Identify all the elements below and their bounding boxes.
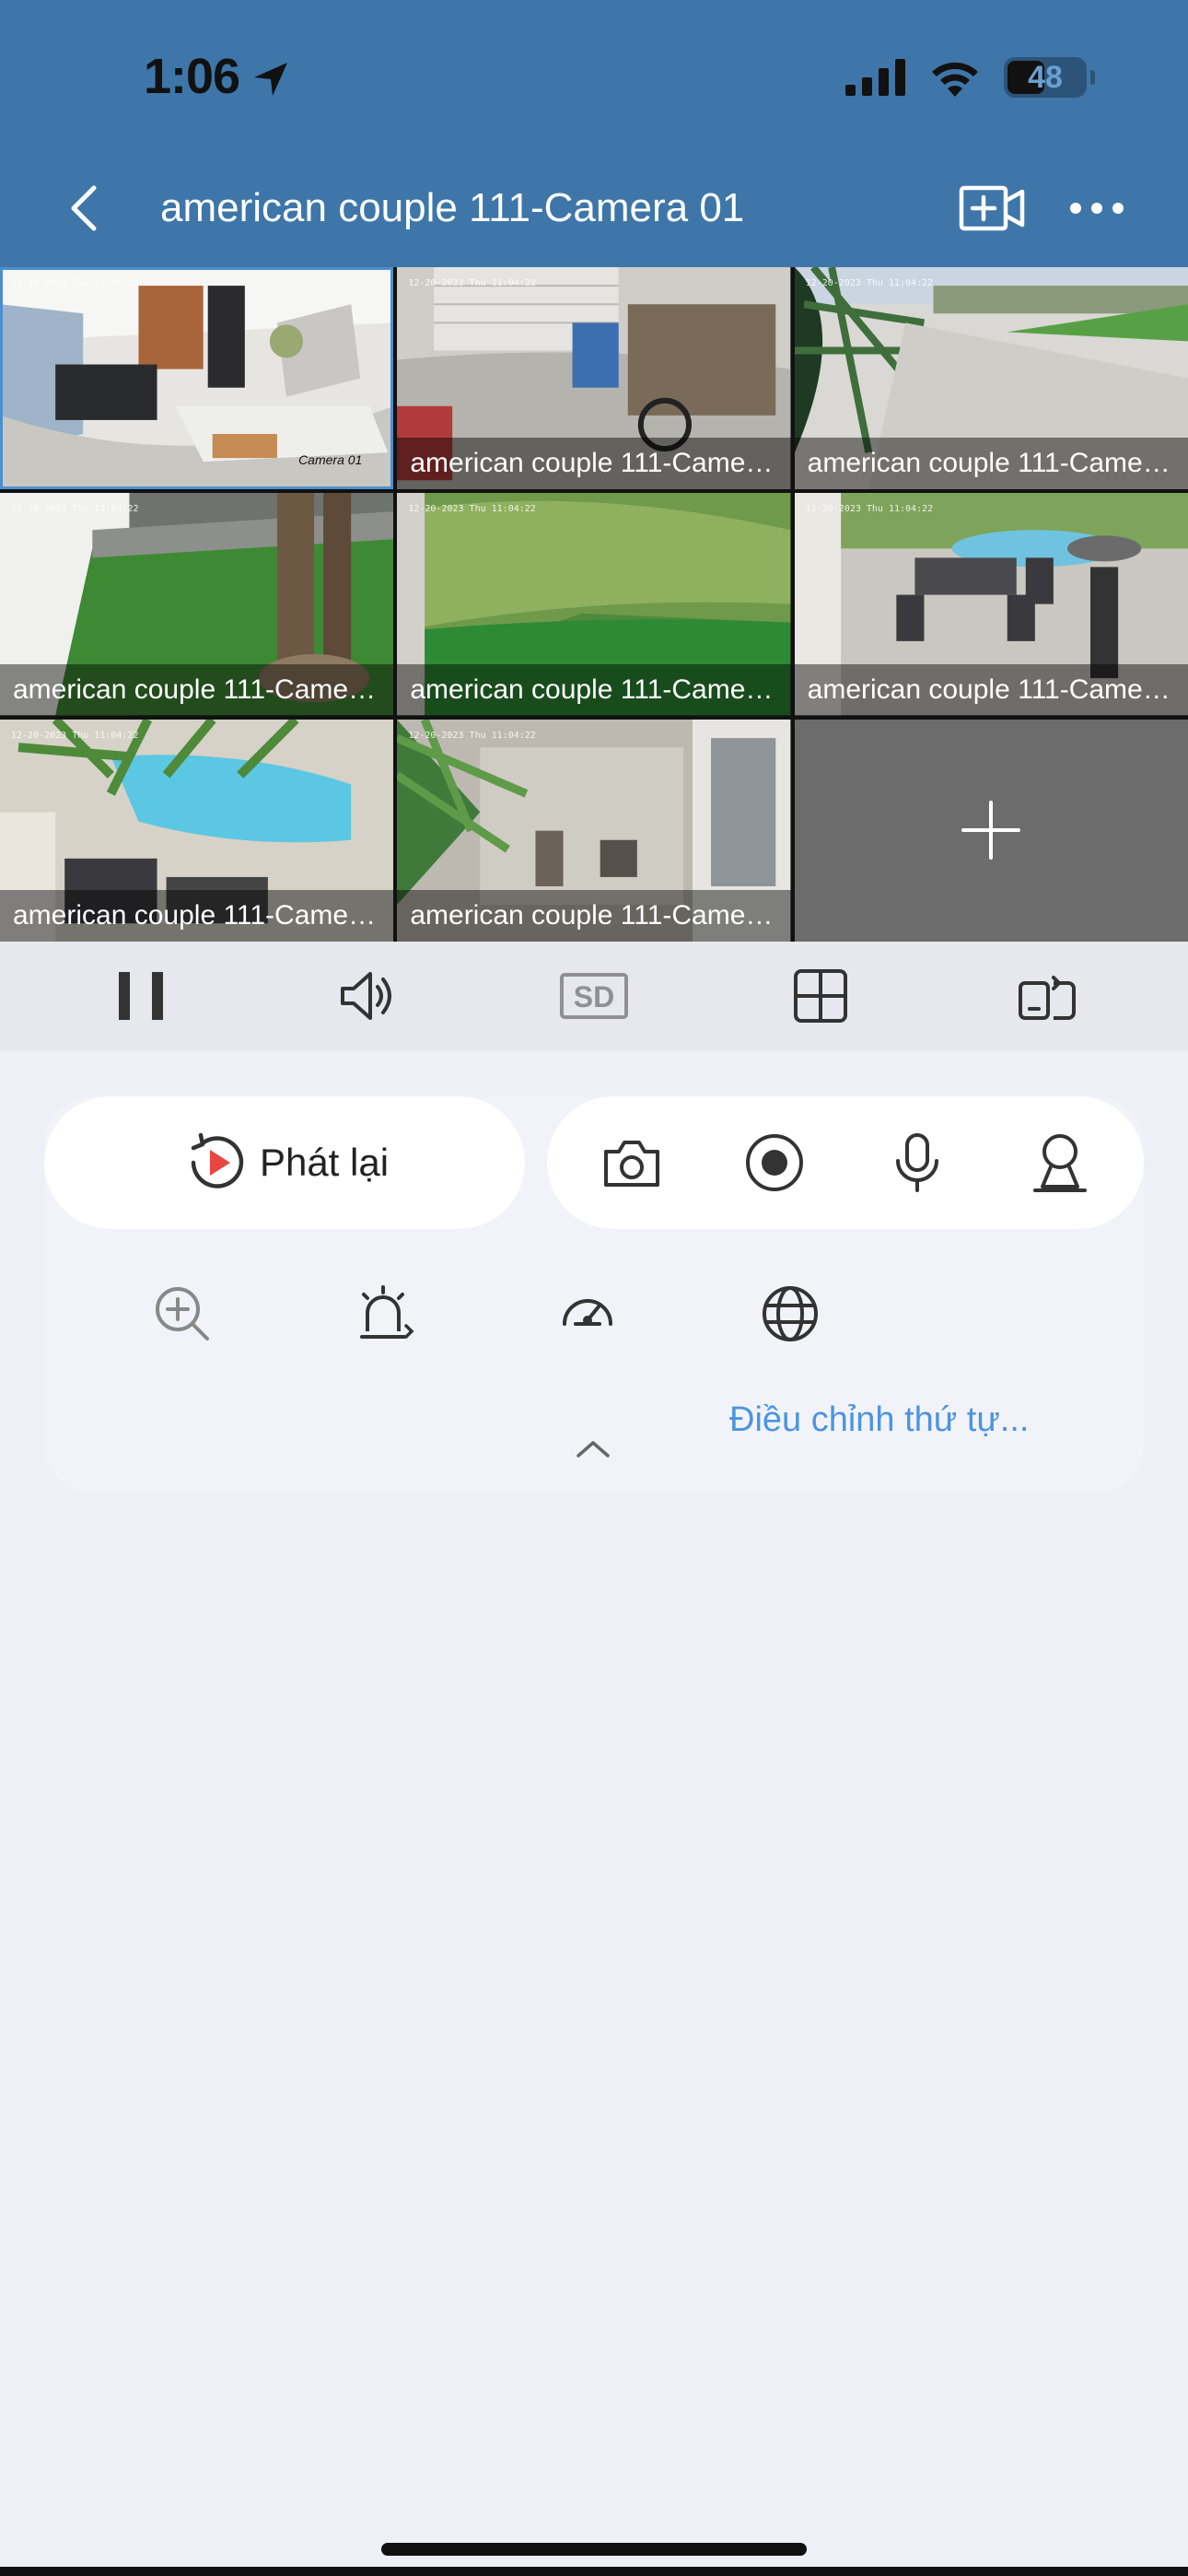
sd-label: SD (574, 980, 614, 1013)
camera-watermark: Camera 01 (298, 452, 363, 468)
camera-timestamp: 12-20-2023 Thu 11:04:22 (408, 278, 536, 288)
record-button[interactable] (733, 1121, 816, 1204)
camera-caption: american couple 111-Camera 02 (397, 438, 791, 490)
alarm-button[interactable] (348, 1277, 422, 1351)
camera-timestamp: 12-20-2023 Thu 11:04:22 (408, 730, 536, 741)
camera-grid: 12-20-2023 Thu 11:04:22 Camera 01 12-20-… (0, 267, 1188, 942)
app-header: 1:06 48 american couple 111-Camera 01 (0, 0, 1188, 267)
camera-tile-8[interactable]: 12-20-2023 Thu 11:04:22 american couple … (397, 719, 791, 942)
camera-caption: american couple 111-Camera 08 (397, 889, 791, 942)
camera-caption: american couple 111-Camera 05 (397, 663, 791, 716)
battery-level: 48 (1028, 59, 1063, 95)
grid-layout-icon (794, 969, 847, 1023)
globe-icon (763, 1286, 818, 1341)
fisheye-button[interactable] (753, 1277, 827, 1351)
camera-tile-3[interactable]: 12-20-2023 Thu 11:04:22 american couple … (794, 267, 1188, 490)
ptz-button[interactable] (1019, 1121, 1101, 1204)
camera-tile-1[interactable]: 12-20-2023 Thu 11:04:22 Camera 01 (0, 267, 394, 490)
camera-caption: american couple 111-Camera 06 (794, 663, 1188, 716)
bottom-edge (0, 2567, 1188, 2576)
camera-caption: american couple 111-Camera 04 (0, 663, 394, 716)
camera-timestamp: 12-20-2023 Thu 11:04:22 (805, 504, 934, 515)
camera-timestamp: 12-20-2023 Thu 11:04:22 (11, 278, 139, 288)
ptz-camera-icon (1032, 1134, 1087, 1192)
home-indicator (381, 2543, 807, 2556)
camera-timestamp: 12-20-2023 Thu 11:04:22 (11, 504, 139, 515)
status-icons: 48 (845, 57, 1095, 98)
speed-button[interactable] (551, 1277, 624, 1351)
rotate-screen-icon (1019, 976, 1076, 1020)
playback-label: Phát lại (259, 1141, 390, 1184)
split-layout-button[interactable] (775, 959, 867, 1033)
playback-icon (191, 1132, 244, 1188)
zoom-in-icon (156, 1287, 209, 1341)
audio-button[interactable] (321, 959, 413, 1033)
speedometer-icon (563, 1299, 612, 1326)
camera-tile-5[interactable]: 12-20-2023 Thu 11:04:22 american couple … (397, 493, 791, 716)
back-button[interactable] (61, 181, 112, 236)
zoom-button[interactable] (146, 1277, 219, 1351)
collapse-chevron-button[interactable] (565, 1430, 621, 1467)
playback-button[interactable]: Phát lại (44, 1096, 525, 1229)
camera-timestamp: 12-20-2023 Thu 11:04:22 (805, 278, 934, 288)
page-title: american couple 111-Camera 01 (160, 185, 745, 230)
camera-timestamp: 12-20-2023 Thu 11:04:22 (408, 504, 536, 515)
rotate-screen-button[interactable] (1001, 959, 1093, 1033)
camera-timestamp: 12-20-2023 Thu 11:04:22 (11, 730, 139, 741)
speaker-icon (341, 972, 391, 1020)
cellular-signal-icon (845, 59, 905, 96)
reorder-link[interactable]: Điều chỉnh thứ tự... (729, 1400, 1029, 1440)
camera-caption: american couple 111-Camera 07 (0, 889, 394, 942)
add-camera-tile[interactable] (794, 719, 1188, 942)
pause-button[interactable] (95, 959, 187, 1033)
status-time: 1:06 (144, 49, 240, 104)
camera-icon (603, 1141, 659, 1187)
location-arrow-icon (254, 63, 287, 96)
add-camera-button[interactable] (958, 181, 1028, 236)
quality-sd-button[interactable]: SD (548, 959, 640, 1033)
siren-icon (360, 1285, 414, 1339)
plus-icon (961, 801, 1021, 861)
microphone-icon (895, 1133, 938, 1192)
pause-icon (119, 972, 163, 1020)
control-panel: Phát lại Điều chỉnh thứ tự... (44, 1096, 1144, 1494)
camera-tile-2[interactable]: 12-20-2023 Thu 11:04:22 american couple … (397, 267, 791, 490)
camera-tile-6[interactable]: 12-20-2023 Thu 11:04:22 american couple … (794, 493, 1188, 716)
snapshot-button[interactable] (590, 1121, 673, 1204)
camera-tile-4[interactable]: 12-20-2023 Thu 11:04:22 american couple … (0, 493, 394, 716)
sd-quality-icon: SD (560, 973, 628, 1019)
playback-toolbar: SD (0, 942, 1188, 1050)
more-options-button[interactable] (1068, 192, 1125, 225)
camera-tile-7[interactable]: 12-20-2023 Thu 11:04:22 american couple … (0, 719, 394, 942)
live-actions (547, 1096, 1144, 1229)
battery-icon: 48 (1004, 57, 1095, 98)
wifi-icon (932, 62, 978, 97)
record-icon (745, 1134, 803, 1191)
camera-caption: american couple 111-Camera 03 (794, 438, 1188, 490)
secondary-actions (146, 1277, 845, 1351)
talk-button[interactable] (876, 1121, 959, 1204)
